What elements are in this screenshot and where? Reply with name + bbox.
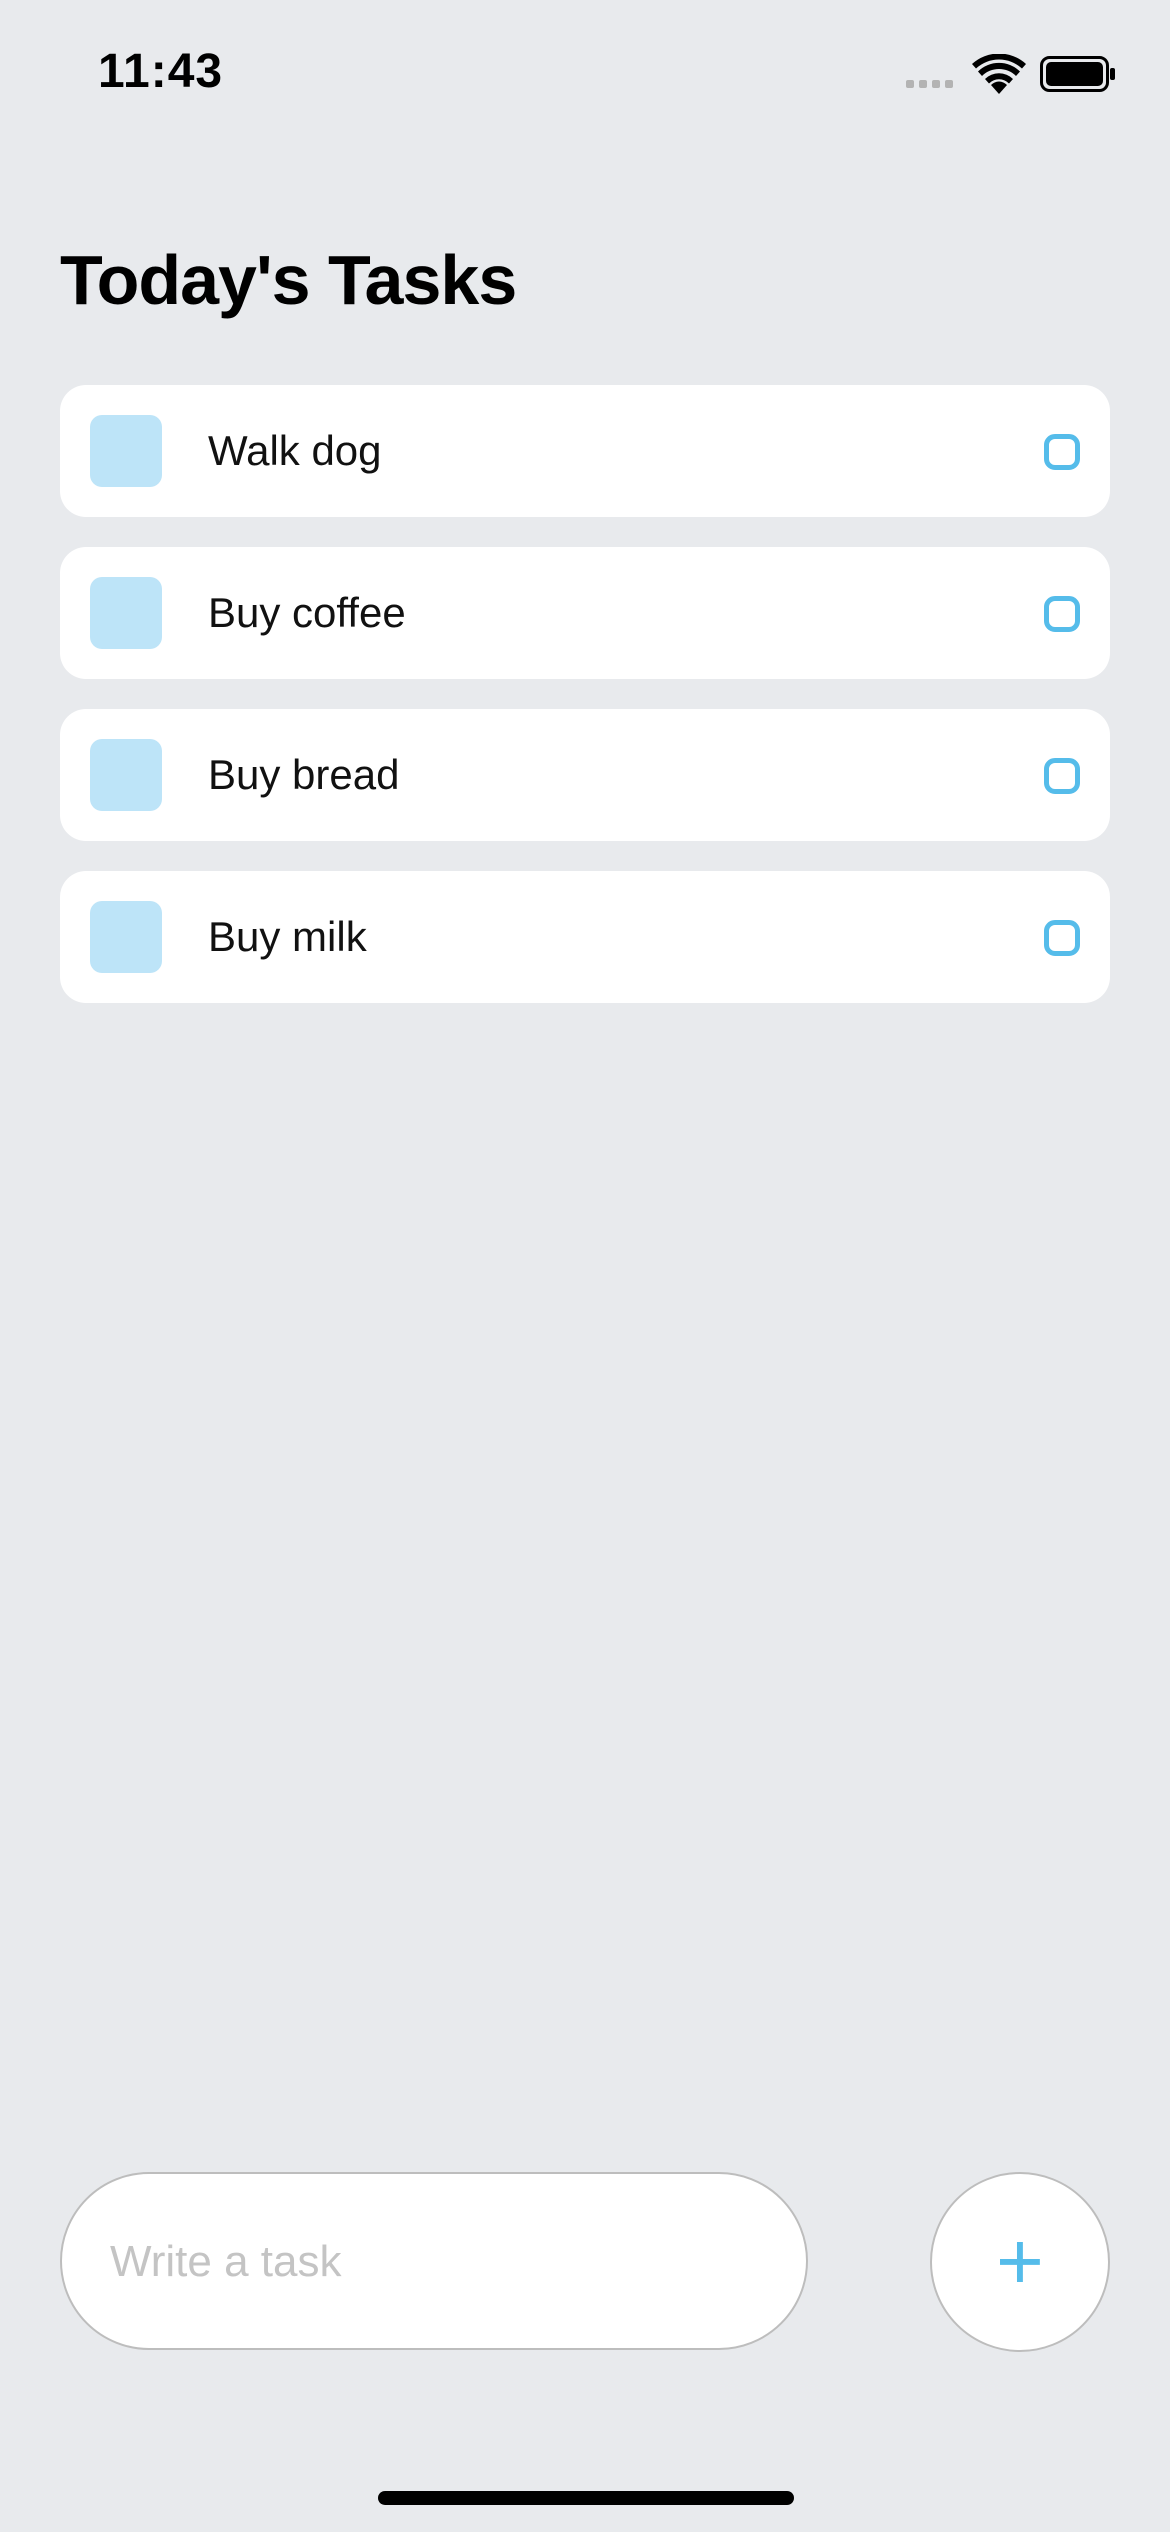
task-square-icon[interactable] [90,901,162,973]
task-item[interactable]: Walk dog [60,385,1110,517]
wifi-icon [972,54,1026,94]
task-square-icon[interactable] [90,415,162,487]
home-indicator [378,2491,794,2505]
task-label: Buy milk [208,913,367,960]
status-bar: 11:43 [0,0,1170,150]
page-title: Today's Tasks [60,241,517,319]
task-square-icon[interactable] [90,577,162,649]
task-status-circle-icon[interactable] [1044,434,1080,470]
status-time: 11:43 [98,45,224,98]
task-label: Buy bread [208,751,400,798]
task-status-circle-icon[interactable] [1044,758,1080,794]
task-item[interactable]: Buy milk [60,871,1110,1003]
task-input-container [60,2172,808,2350]
task-input[interactable] [110,2224,730,2300]
task-status-circle-icon[interactable] [1044,596,1080,632]
task-square-icon[interactable] [90,739,162,811]
plus-icon: + [996,2216,1044,2307]
task-label: Walk dog [208,427,382,474]
signal-icon [906,80,953,88]
task-label: Buy coffee [208,589,406,636]
add-task-button[interactable]: + [930,2172,1110,2352]
task-item[interactable]: Buy coffee [60,547,1110,679]
task-list: Walk dog Buy coffee Buy bread Buy milk [60,385,1110,1033]
task-item[interactable]: Buy bread [60,709,1110,841]
battery-icon [1040,56,1115,92]
task-status-circle-icon[interactable] [1044,920,1080,956]
